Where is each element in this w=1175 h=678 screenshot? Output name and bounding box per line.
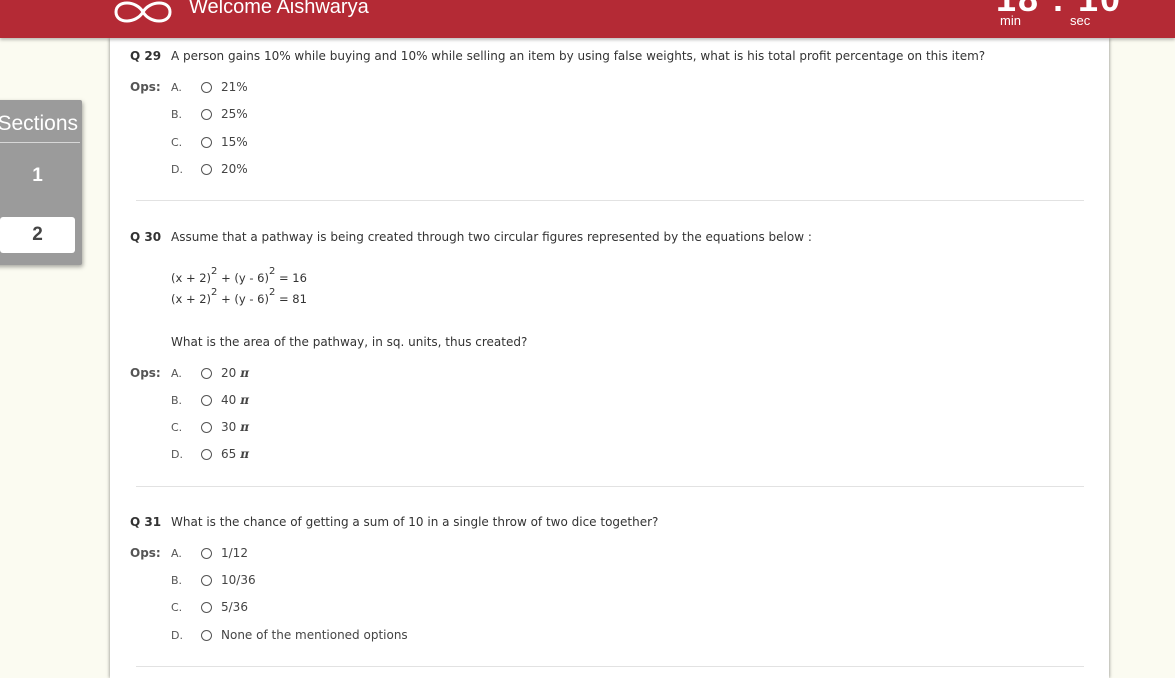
options-label: Ops: xyxy=(130,80,161,94)
option-text[interactable]: 25% xyxy=(221,107,248,121)
options-label: Ops: xyxy=(130,546,161,560)
option-text[interactable]: None of the mentioned options xyxy=(221,628,408,642)
option-letter: A. xyxy=(171,367,182,380)
option-radio[interactable] xyxy=(201,449,212,460)
welcome-message: Welcome Aishwarya xyxy=(189,0,369,18)
question-text: Assume that a pathway is being created t… xyxy=(171,230,812,244)
option-text[interactable]: 21% xyxy=(221,80,248,94)
sections-divider xyxy=(0,142,80,143)
option-text[interactable]: 5/36 xyxy=(221,600,248,614)
option-letter: A. xyxy=(171,547,182,560)
option-radio[interactable] xyxy=(201,575,212,586)
option-letter: C. xyxy=(171,601,183,614)
option-radio[interactable] xyxy=(201,164,212,175)
sections-title: Sections xyxy=(0,112,78,135)
question-number: Q 29 xyxy=(130,49,162,63)
option-text[interactable]: 1/12 xyxy=(221,546,248,560)
equation-line: (x + 2)2 + (y - 6)2 = 81 xyxy=(171,287,307,306)
option-letter: B. xyxy=(171,574,183,587)
option-letter: C. xyxy=(171,136,183,149)
option-text[interactable]: 30 π xyxy=(221,420,249,434)
option-letter: B. xyxy=(171,394,183,407)
option-radio[interactable] xyxy=(201,368,212,379)
option-letter: B. xyxy=(171,108,183,121)
section-1-button[interactable]: 1 xyxy=(0,158,75,194)
option-radio[interactable] xyxy=(201,82,212,93)
sections-panel: Sections 1 2 xyxy=(0,100,82,265)
question-followup: What is the area of the pathway, in sq. … xyxy=(171,335,528,349)
equation-line: (x + 2)2 + (y - 6)2 = 16 xyxy=(171,266,307,285)
question-separator xyxy=(136,200,1084,201)
option-text[interactable]: 40 π xyxy=(221,393,249,407)
question-text: What is the chance of getting a sum of 1… xyxy=(171,515,659,529)
question-text: A person gains 10% while buying and 10% … xyxy=(171,49,986,63)
question-separator xyxy=(136,486,1084,487)
option-letter: D. xyxy=(171,448,183,461)
option-radio[interactable] xyxy=(201,548,212,559)
option-radio[interactable] xyxy=(201,109,212,120)
pi-symbol: π xyxy=(240,420,250,434)
option-text[interactable]: 15% xyxy=(221,135,248,149)
section-2-button[interactable]: 2 xyxy=(0,217,75,253)
option-radio[interactable] xyxy=(201,422,212,433)
question-separator xyxy=(136,666,1084,667)
option-radio[interactable] xyxy=(201,395,212,406)
option-text[interactable]: 20 π xyxy=(221,366,249,380)
pi-symbol: π xyxy=(240,366,250,380)
top-header-bar: Welcome Aishwarya 18 : 10 min sec xyxy=(0,0,1175,38)
option-letter: D. xyxy=(171,163,183,176)
option-text[interactable]: 20% xyxy=(221,162,248,176)
option-letter: A. xyxy=(171,81,182,94)
option-text[interactable]: 10/36 xyxy=(221,573,256,587)
option-radio[interactable] xyxy=(201,137,212,148)
timer-sec-label: sec xyxy=(1070,13,1091,28)
question-number: Q 30 xyxy=(130,230,162,244)
option-letter: C. xyxy=(171,421,183,434)
option-letter: D. xyxy=(171,629,183,642)
question-panel: Q 29 A person gains 10% while buying and… xyxy=(110,38,1109,678)
pi-symbol: π xyxy=(240,393,250,407)
option-radio[interactable] xyxy=(201,602,212,613)
options-label: Ops: xyxy=(130,366,161,380)
option-text[interactable]: 65 π xyxy=(221,447,249,461)
pi-symbol: π xyxy=(240,447,250,461)
option-radio[interactable] xyxy=(201,630,212,641)
infinity-logo-icon xyxy=(114,1,172,23)
timer-min-label: min xyxy=(1000,13,1021,28)
question-number: Q 31 xyxy=(130,515,162,529)
